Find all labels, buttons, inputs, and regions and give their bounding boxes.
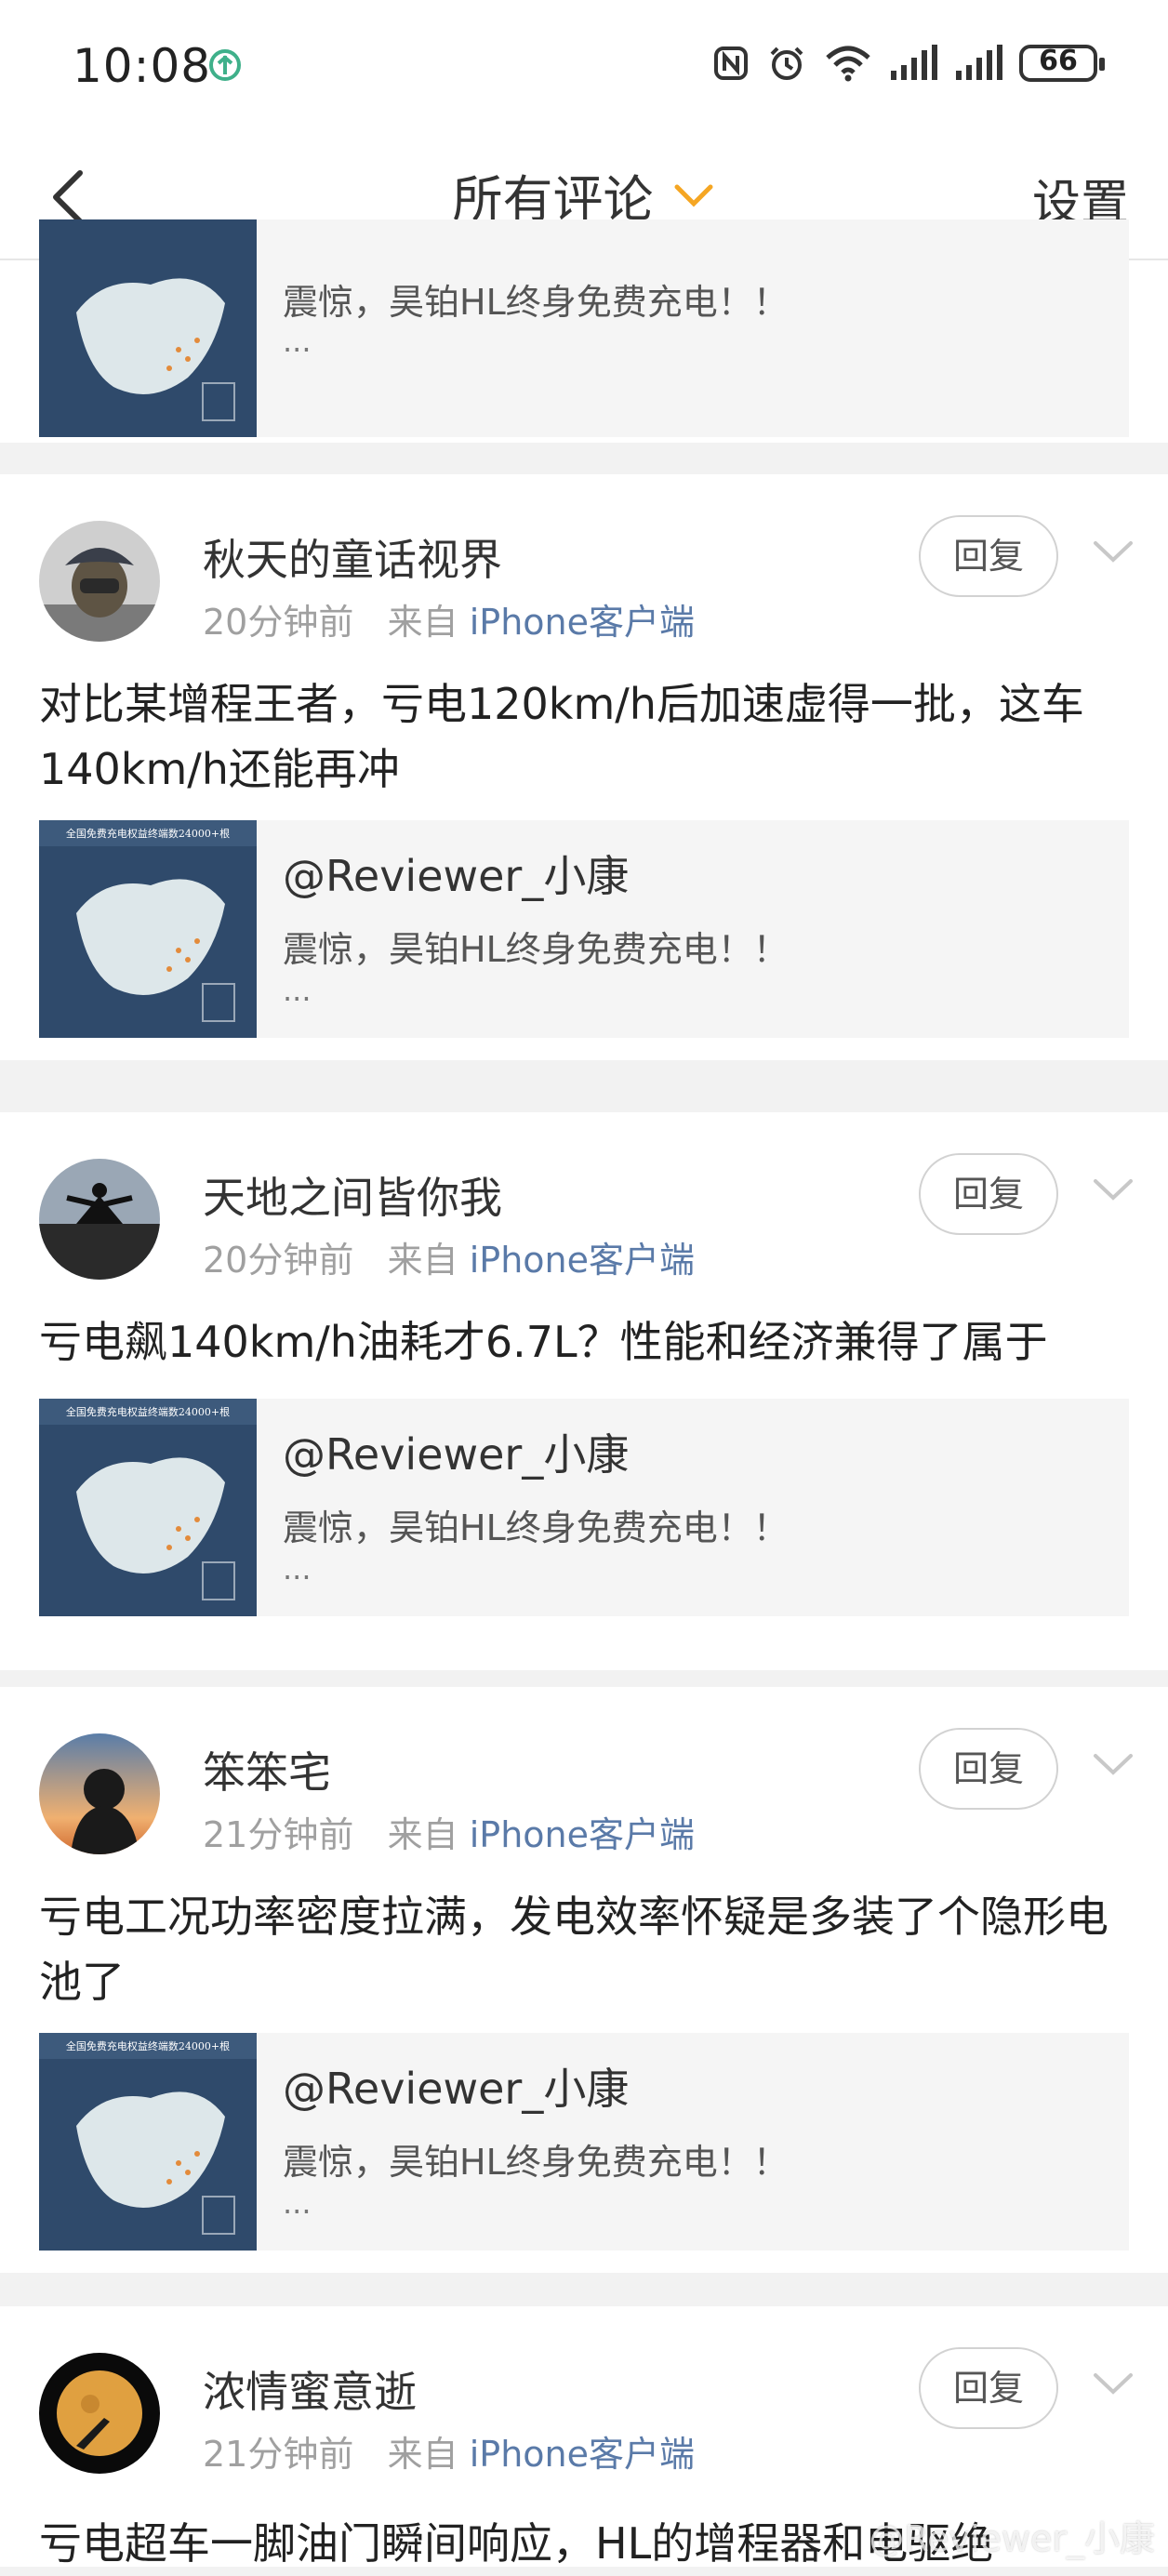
status-icons: 66 [712,43,1105,84]
username[interactable]: 浓情蜜意逝 [203,2358,417,2420]
chevron-down-icon[interactable] [1090,1175,1136,1205]
quoted-post-desc: 震惊，昊铂HL终身免费充电！！ [283,1507,789,1548]
map-thumbnail: 全国免费充电权益终端数24000+根 [39,1399,257,1616]
quoted-post[interactable]: 全国免费充电权益终端数24000+根 @Reviewer_小康 震惊，昊铂HL终… [39,1399,1129,1616]
signal-icon-2 [956,45,1002,80]
username[interactable]: 秋天的童话视界 [203,526,502,588]
chevron-down-icon [674,184,713,207]
comment-card: 秋天的童话视界 20分钟前 来自 iPhone客户端 回复 对比某增程王者，亏电… [0,474,1168,1060]
svg-text:全国免费充电权益终端数24000+根: 全国免费充电权益终端数24000+根 [66,827,230,840]
reply-button[interactable]: 回复 [919,2347,1058,2429]
from-label: 来自 [387,1814,458,1855]
avatar[interactable] [39,2353,160,2474]
client-name[interactable]: iPhone客户端 [470,2434,695,2475]
quoted-post-ellipsis: ... [283,1551,312,1587]
battery-level: 66 [1039,45,1078,77]
quoted-post[interactable]: 全国免费充电权益终端数24000+根 @Reviewer_小康 震惊，昊铂HL终… [39,820,1129,1038]
avatar-image [39,1733,160,1854]
comment-time: 21分钟前 [203,1814,354,1855]
battery-icon: 66 [1019,45,1105,82]
avatar-image [39,2353,160,2474]
avatar[interactable] [39,1733,160,1854]
quoted-post-title: @Reviewer_小康 [283,2064,630,2114]
alarm-icon [770,46,803,80]
reply-button[interactable]: 回复 [919,1153,1058,1235]
username[interactable]: 笨笨宅 [203,1739,331,1800]
map-thumbnail [39,219,257,437]
avatar-image [39,1159,160,1280]
client-name[interactable]: iPhone客户端 [470,1814,695,1855]
quoted-post[interactable]: 震惊，昊铂HL终身免费充电！！ ... [39,219,1129,437]
username[interactable]: 天地之间皆你我 [203,1164,502,1226]
watermark: @Reviewer_小康 [869,2518,1155,2559]
map-thumbnail: 全国免费充电权益终端数24000+根 [39,820,257,1038]
quoted-post-desc: 震惊，昊铂HL终身免费充电！！ [283,282,789,323]
client-name[interactable]: iPhone客户端 [470,1240,695,1281]
quoted-post-title: @Reviewer_小康 [283,851,630,901]
svg-text:全国免费充电权益终端数24000+根: 全国免费充电权益终端数24000+根 [66,1405,230,1418]
status-time: 10:08 [73,39,212,93]
from-label: 来自 [387,602,458,643]
map-thumbnail: 全国免费充电权益终端数24000+根 [39,2033,257,2251]
comment-meta: 21分钟前 来自 iPhone客户端 [203,2425,695,2476]
quoted-post-desc: 震惊，昊铂HL终身免费充电！！ [283,929,789,970]
chevron-down-icon[interactable] [1090,538,1136,567]
quoted-post-ellipsis: ... [283,324,312,359]
signal-icon-1 [891,45,937,80]
comment-meta: 20分钟前 来自 iPhone客户端 [203,1231,695,1282]
comment-time: 21分钟前 [203,2434,354,2475]
comment-time: 20分钟前 [203,1240,354,1281]
from-label: 来自 [387,1240,458,1281]
reply-button[interactable]: 回复 [919,1728,1058,1810]
avatar[interactable] [39,521,160,642]
quoted-post-ellipsis: ... [283,2185,312,2221]
comment-text: 对比某增程王者，亏电120km/h后加速虚得一批，这车140km/h还能再冲 [39,679,1084,794]
client-name[interactable]: iPhone客户端 [470,602,695,643]
quoted-post-desc: 震惊，昊铂HL终身免费充电！！ [283,2142,789,2183]
quoted-post-ellipsis: ... [283,973,312,1008]
status-bar: 10:08 66 [0,0,1168,132]
quoted-post-title: @Reviewer_小康 [283,1429,630,1480]
comment-card: 天地之间皆你我 20分钟前 来自 iPhone客户端 回复 亏电飙140km/h… [0,1112,1168,1670]
avatar[interactable] [39,1159,160,1280]
nfc-icon [714,46,748,80]
comment-meta: 21分钟前 来自 iPhone客户端 [203,1806,695,1857]
from-label: 来自 [387,2434,458,2475]
chevron-down-icon[interactable] [1090,1750,1136,1780]
wifi-icon [826,46,870,82]
chevron-down-icon[interactable] [1090,2370,1136,2399]
comment-meta: 20分钟前 来自 iPhone客户端 [203,593,695,644]
comment-card-partial: 震惊，昊铂HL终身免费充电！！ ... [0,219,1168,443]
leaf-icon [209,49,241,81]
reply-button[interactable]: 回复 [919,515,1058,597]
svg-text:全国免费充电权益终端数24000+根: 全国免费充电权益终端数24000+根 [66,2039,230,2052]
comment-card: 笨笨宅 21分钟前 来自 iPhone客户端 回复 亏电工况功率密度拉满，发电效… [0,1687,1168,2273]
comment-text: 亏电工况功率密度拉满，发电效率怀疑是多装了个隐形电池了 [39,1892,1108,2007]
quoted-post[interactable]: 全国免费充电权益终端数24000+根 @Reviewer_小康 震惊，昊铂HL终… [39,2033,1129,2251]
comment-time: 20分钟前 [203,602,354,643]
avatar-image [39,521,160,642]
comment-text: 亏电飙140km/h油耗才6.7L？性能和经济兼得了属于 [39,1317,1048,1367]
